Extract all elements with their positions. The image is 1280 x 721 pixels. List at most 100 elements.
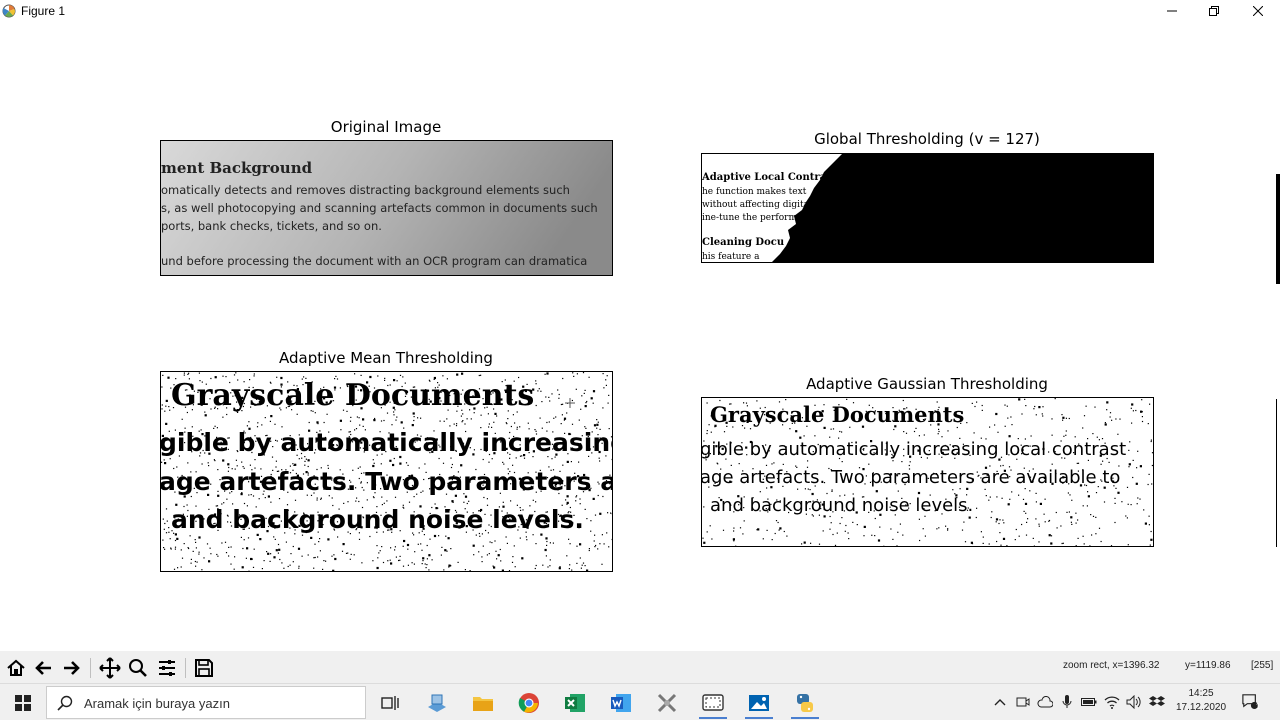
panel-title-original: Original Image	[331, 118, 441, 136]
original-line-1: ment Background	[161, 159, 313, 177]
gaussian-line-1: Grayscale Documents	[710, 402, 964, 427]
back-button[interactable]	[31, 655, 57, 681]
chrome-icon	[518, 692, 540, 714]
global-line-6: his feature a	[702, 252, 760, 262]
gaussian-line-3: age artefacts. Two parameters are availa…	[702, 467, 1120, 488]
speaker-icon	[1126, 695, 1142, 709]
status-y: y=1119.86	[1185, 660, 1231, 671]
status-mode-x: zoom rect, x=1396.32	[1063, 660, 1159, 671]
taskbar-app-photos[interactable]	[739, 687, 779, 719]
task-view-button[interactable]	[370, 687, 410, 719]
tray-volume[interactable]	[1126, 694, 1142, 710]
task-view-icon	[381, 695, 399, 711]
start-button[interactable]	[0, 684, 46, 721]
word-icon	[610, 692, 632, 714]
taskbar-clock[interactable]: 14:25 17.12.2020	[1172, 687, 1230, 715]
minimize-button[interactable]	[1150, 0, 1194, 22]
zoom-icon	[128, 658, 148, 678]
toolbar-separator	[90, 658, 91, 678]
mean-line-3: age artefacts. Two parameters are	[161, 467, 612, 496]
battery-icon	[1081, 697, 1097, 707]
taskbar-app-network[interactable]	[417, 687, 457, 719]
configure-subplots-icon	[157, 658, 177, 678]
home-icon	[6, 658, 26, 678]
tray-expand-button[interactable]	[992, 694, 1008, 710]
tray-onedrive[interactable]	[1037, 694, 1053, 710]
original-line-2: omatically detects and removes distracti…	[161, 183, 570, 197]
minimize-icon	[1167, 6, 1177, 16]
forward-arrow-icon	[61, 658, 81, 678]
matplotlib-toolbar: zoom rect, x=1396.32 y=1119.86 [255]	[0, 651, 1280, 683]
excel-icon	[564, 692, 586, 714]
mean-line-4: and background noise levels.	[171, 505, 584, 534]
panel-title-mean: Adaptive Mean Thresholding	[279, 349, 493, 367]
snipping-tool-icon	[702, 693, 724, 713]
folder-icon	[472, 694, 494, 712]
zoom-button[interactable]	[125, 655, 151, 681]
windows-taskbar: Aramak için buraya yazın	[0, 683, 1280, 720]
save-button[interactable]	[191, 655, 217, 681]
tray-microphone[interactable]	[1059, 694, 1075, 710]
taskbar-app-chrome[interactable]	[509, 687, 549, 719]
figure-canvas[interactable]: Original Image ment Background omaticall…	[0, 24, 1280, 651]
taskbar-app-explorer[interactable]	[463, 687, 503, 719]
save-icon	[194, 658, 214, 678]
original-image-panel: ment Background omatically detects and r…	[160, 140, 613, 276]
tray-dropbox[interactable]	[1149, 694, 1165, 710]
photos-icon	[748, 693, 770, 713]
tray-meet-now[interactable]	[1015, 694, 1031, 710]
taskbar-search-box[interactable]: Aramak için buraya yazın	[46, 686, 366, 719]
close-button[interactable]	[1236, 0, 1280, 22]
network-drive-icon	[426, 693, 448, 713]
tool-icon	[656, 692, 678, 714]
global-line-1: Adaptive Local Contrast	[702, 172, 837, 183]
restore-button[interactable]	[1192, 0, 1236, 22]
search-icon	[57, 695, 73, 711]
dropbox-icon	[1149, 695, 1165, 709]
global-line-5: Cleaning Docu	[702, 237, 784, 248]
forward-button[interactable]	[58, 655, 84, 681]
matplotlib-app-icon	[2, 4, 16, 18]
chevron-up-icon	[994, 698, 1006, 706]
original-image: ment Background omatically detects and r…	[161, 141, 612, 275]
taskbar-app-snipping[interactable]	[693, 687, 733, 719]
adaptive-mean-panel: Grayscale Documents gible by automatical…	[160, 371, 613, 572]
global-line-2: he function makes text	[702, 187, 807, 197]
meet-now-icon	[1016, 695, 1030, 709]
taskbar-app-python[interactable]	[785, 687, 825, 719]
global-line-4: ine-tune the perform	[702, 213, 797, 223]
taskbar-app-excel[interactable]	[555, 687, 595, 719]
global-threshold-image: Adaptive Local Contrast he function make…	[702, 154, 1153, 262]
wifi-icon	[1104, 695, 1120, 709]
taskbar-app-word[interactable]	[601, 687, 641, 719]
clock-date: 17.12.2020	[1172, 701, 1230, 715]
cloud-icon	[1037, 696, 1053, 708]
tray-wifi[interactable]	[1104, 694, 1120, 710]
restore-icon	[1209, 6, 1219, 16]
adaptive-gaussian-image: Grayscale Documents gible by automatical…	[702, 398, 1153, 546]
taskbar-app-tool[interactable]	[647, 687, 687, 719]
pan-icon	[99, 657, 121, 679]
mean-line-2: gible by automatically increasing lo	[161, 428, 612, 457]
original-line-3: s, as well photocopying and scanning art…	[161, 201, 598, 215]
clock-time: 14:25	[1172, 687, 1230, 701]
python-icon	[794, 692, 816, 714]
tray-battery[interactable]	[1081, 694, 1097, 710]
home-button[interactable]	[3, 655, 29, 681]
close-icon	[1253, 6, 1263, 16]
configure-subplots-button[interactable]	[154, 655, 180, 681]
toolbar-separator	[185, 658, 186, 678]
offscreen-panel-edge	[1276, 174, 1280, 284]
window-titlebar: Figure 1	[0, 0, 1280, 24]
adaptive-mean-image: Grayscale Documents gible by automatical…	[161, 372, 612, 571]
global-line-3: without affecting digital	[702, 200, 812, 210]
adaptive-gaussian-panel: Grayscale Documents gible by automatical…	[701, 397, 1154, 547]
panel-title-gaussian: Adaptive Gaussian Thresholding	[806, 375, 1048, 393]
pan-button[interactable]	[97, 655, 123, 681]
back-arrow-icon	[34, 658, 54, 678]
notification-count: 1	[1253, 702, 1263, 711]
original-line-4: ports, bank checks, tickets, and so on.	[161, 219, 382, 233]
gaussian-line-4: and background noise levels.	[710, 495, 973, 516]
microphone-icon	[1062, 695, 1072, 709]
original-line-5: und before processing the document with …	[161, 254, 587, 268]
